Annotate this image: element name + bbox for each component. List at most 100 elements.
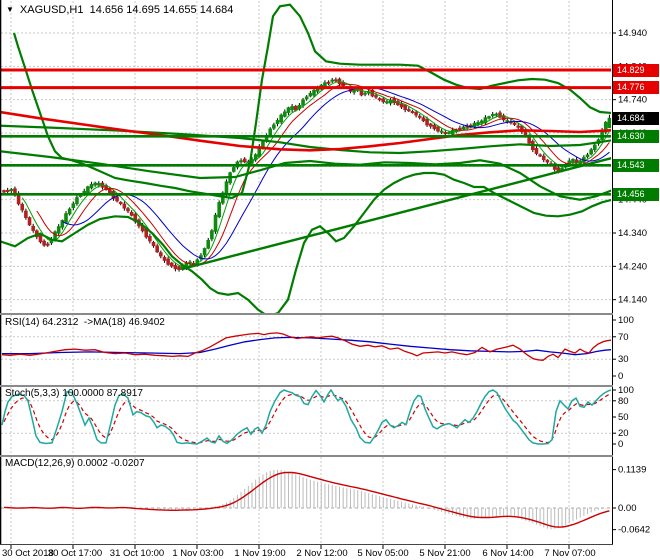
- candle-down: [545, 159, 550, 163]
- candle-up: [312, 89, 316, 96]
- candle-down: [326, 81, 331, 84]
- candle-down: [359, 87, 364, 96]
- candle-down: [38, 234, 43, 243]
- stoch-indicator-label: Stoch(5,3,3) 100.0000 87.8917: [5, 388, 143, 399]
- panel-splitter[interactable]: [0, 455, 613, 457]
- candle-down: [381, 98, 386, 103]
- candle-down: [126, 208, 130, 212]
- candle-up: [487, 116, 491, 119]
- candle-up: [86, 186, 90, 194]
- candle-down: [173, 265, 178, 270]
- candle-down: [151, 241, 156, 247]
- candle-up: [308, 92, 313, 97]
- candle-up: [490, 114, 495, 117]
- candle-up: [304, 96, 309, 100]
- candle-up: [286, 107, 291, 113]
- candle-down: [155, 245, 159, 253]
- time-axis-label: 7 Nov 07:00: [544, 548, 595, 559]
- candle-down: [374, 95, 378, 98]
- chart-title-text: XAGUSD,H1 14.656 14.695 14.655 14.684: [19, 4, 234, 16]
- candle-up: [494, 113, 499, 116]
- candle-up: [505, 120, 510, 123]
- chart-title: ▼ XAGUSD,H1 14.656 14.695 14.655 14.684: [6, 4, 233, 16]
- candle-up: [97, 183, 101, 186]
- candle-up: [571, 158, 575, 164]
- price-badge-14.543: 14.543: [613, 158, 659, 172]
- candle-up: [210, 230, 214, 240]
- candle-down: [27, 217, 32, 226]
- chart-canvas[interactable]: 14.94014.84014.74014.64014.54014.44014.3…: [0, 0, 660, 560]
- stoch-axis-label: 50: [618, 412, 629, 423]
- candle-down: [20, 203, 25, 211]
- rsi-axis-label: 100: [618, 315, 634, 326]
- candle-down: [334, 79, 338, 82]
- panel-splitter[interactable]: [0, 385, 613, 387]
- candle-up: [75, 197, 79, 205]
- candle-down: [421, 117, 426, 122]
- candle-up: [589, 149, 593, 155]
- time-axis-label: 30 Oct 17:00: [48, 548, 102, 559]
- candle-down: [410, 111, 415, 114]
- candle-down: [403, 104, 407, 111]
- candle-down: [166, 258, 170, 265]
- candle-down: [425, 118, 429, 126]
- candle-up: [231, 167, 236, 172]
- time-axis-label: 5 Nov 21:00: [419, 548, 470, 559]
- time-axis-label: 31 Oct 10:00: [110, 548, 164, 559]
- candle-down: [159, 252, 163, 257]
- candle-up: [202, 248, 207, 256]
- time-axis-label: 1 Nov 03:00: [172, 548, 223, 559]
- price-badge-14.829: 14.829: [613, 63, 659, 77]
- rsi-indicator-label: RSI(14) 64.2312 ->MA(18) 46.9402: [5, 317, 165, 328]
- candle-down: [417, 115, 422, 118]
- candle-up: [213, 214, 218, 232]
- candle-down: [42, 240, 46, 246]
- candle-down: [377, 98, 382, 101]
- candle-up: [268, 128, 273, 137]
- stoch-axis-label: 0: [618, 439, 623, 450]
- price-axis-label: 14.140: [618, 295, 647, 306]
- candle-down: [432, 124, 437, 130]
- candle-up: [479, 120, 484, 124]
- candle-down: [443, 132, 448, 135]
- stoch-axis-label: 100: [618, 385, 634, 396]
- rsi-axis-label: 70: [618, 332, 629, 343]
- symbol-marker-icon: ▼: [6, 5, 14, 14]
- panel-splitter[interactable]: [0, 313, 613, 315]
- candle-up: [239, 160, 243, 163]
- candle-up: [385, 101, 389, 104]
- candle-up: [461, 126, 466, 130]
- candle-down: [115, 196, 119, 202]
- price-badge-14.776: 14.776: [613, 81, 659, 95]
- candle-up: [607, 117, 611, 129]
- candle-down: [24, 210, 28, 218]
- candle-down: [2, 190, 6, 193]
- candle-up: [64, 213, 68, 223]
- candle-up: [272, 124, 276, 129]
- candle-down: [148, 235, 152, 242]
- candle-down: [45, 243, 50, 246]
- candle-up: [261, 141, 265, 148]
- candle-up: [593, 144, 597, 151]
- macd-axis-label: 0.1139: [618, 465, 646, 476]
- candle-up: [476, 122, 480, 125]
- candle-down: [169, 262, 174, 267]
- candle-up: [283, 111, 287, 117]
- candle-up: [585, 154, 590, 158]
- macd-axis-label: 0.00: [618, 503, 637, 514]
- time-axis-label: 6 Nov 14:00: [482, 548, 533, 559]
- price-axis-label: 14.240: [618, 261, 647, 272]
- candle-down: [436, 126, 440, 132]
- rsi-axis-label: 0: [618, 371, 623, 382]
- price-axis-label: 14.740: [618, 95, 647, 106]
- candle-up: [290, 106, 294, 111]
- candle-up: [56, 226, 61, 234]
- candle-down: [556, 167, 561, 172]
- candle-down: [458, 127, 462, 130]
- candle-down: [107, 188, 112, 194]
- price-axis-label: 14.340: [618, 228, 647, 239]
- candle-up: [330, 79, 335, 82]
- stoch-axis-label: 20: [618, 428, 629, 439]
- candle-down: [512, 122, 517, 125]
- candle-down: [541, 155, 546, 161]
